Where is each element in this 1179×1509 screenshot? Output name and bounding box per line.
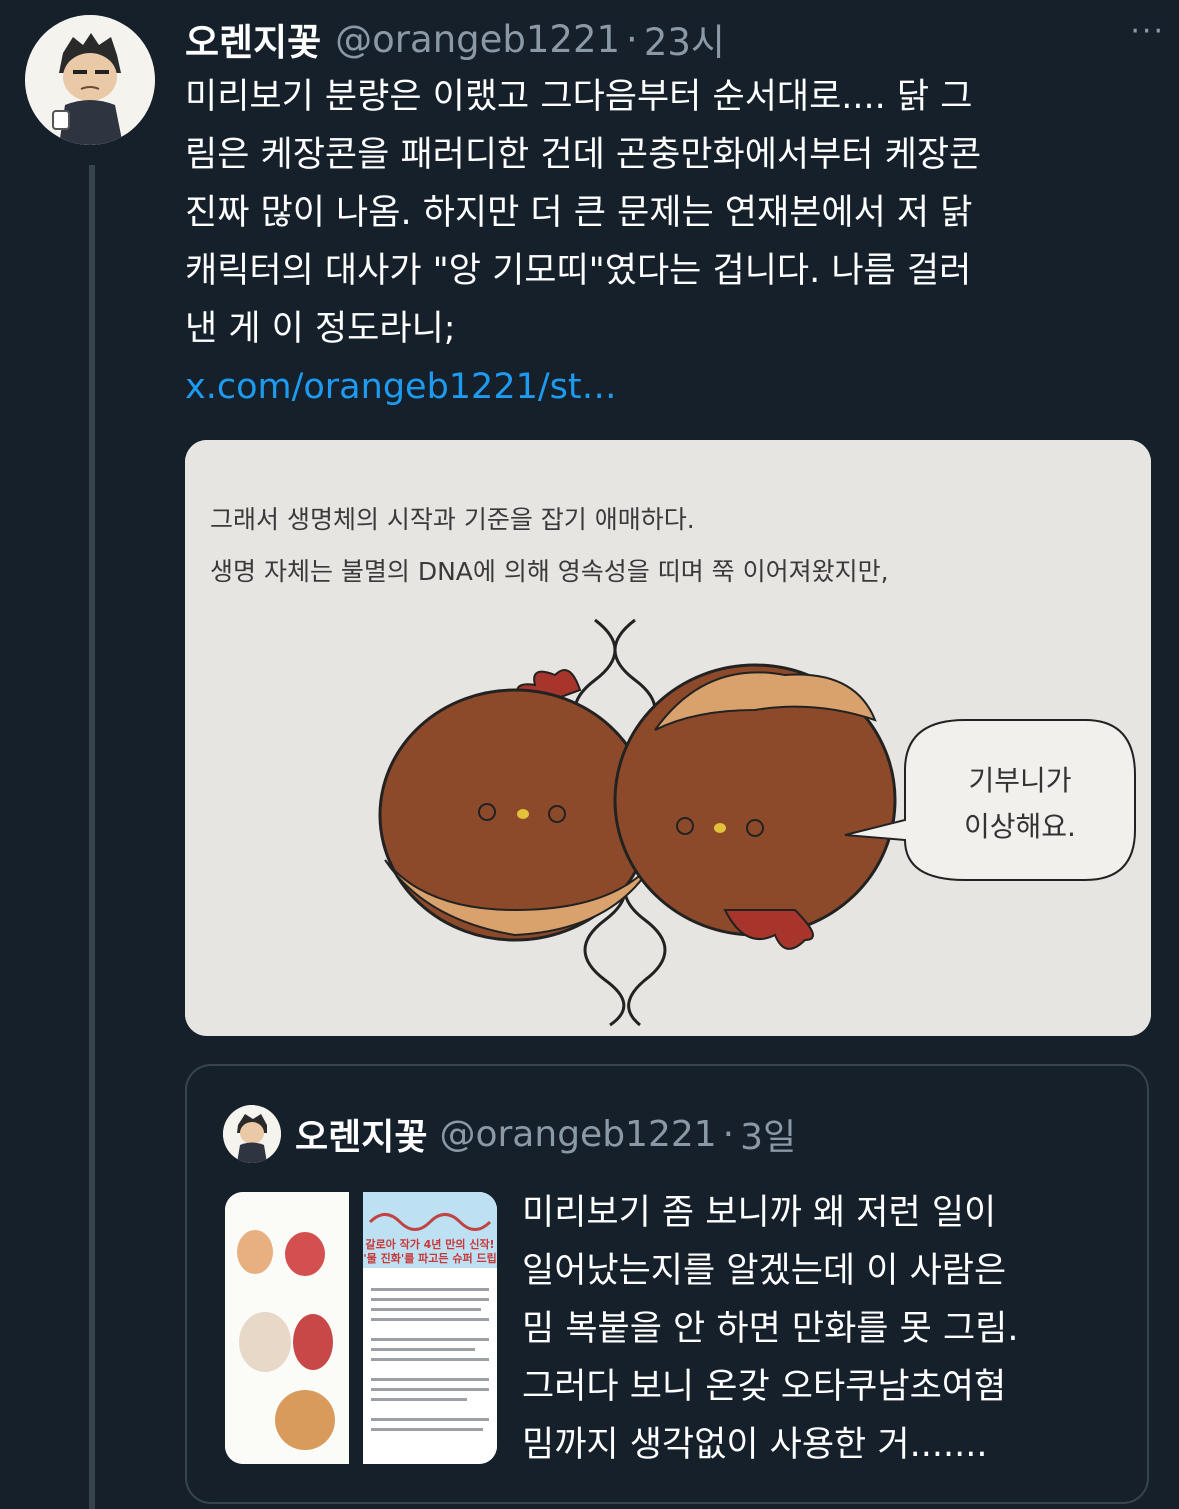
author-handle[interactable]: @orangeb1221	[335, 18, 620, 61]
quoted-tweet-header: 오렌지꽃 @orangeb1221 · 3일	[223, 1104, 796, 1164]
comic-caption-line-2: 생명 자체는 불멸의 DNA에 의해 영속성을 띠며 쭉 이어져왔지만,	[210, 557, 889, 586]
tweet-body-text: 미리보기 분량은 이랬고 그다음부터 순서대로.... 닭 그 림은 케장콘을 …	[185, 77, 982, 349]
thumbnail-headline-line-1: 갈로아 작가 4년 만의 신작!	[365, 1237, 494, 1251]
quoted-header-separator: ·	[722, 1113, 735, 1155]
header-separator: ·	[626, 17, 638, 61]
tweet-timestamp[interactable]: 23시	[644, 12, 725, 66]
quoted-author-display-name: 오렌지꽃	[295, 1117, 428, 1158]
quoted-author-avatar	[223, 1105, 281, 1163]
more-options-icon[interactable]: ···	[1130, 14, 1165, 49]
author-avatar[interactable]	[25, 15, 155, 145]
tweet-media-image[interactable]: 그래서 생명체의 시작과 기준을 잡기 애매하다. 생명 자체는 불멸의 DNA…	[185, 440, 1151, 1036]
quoted-tweet-timestamp: 3일	[740, 1117, 797, 1158]
thumbnail-headline-line-2: '물 진화'를 파고든 슈퍼 드립	[363, 1251, 496, 1265]
quoted-thumbnail-image: 갈로아 작가 4년 만의 신작! '물 진화'를 파고든 슈퍼 드립	[225, 1192, 497, 1464]
author-display-name[interactable]: 오렌지꽃	[185, 12, 321, 66]
quoted-tweet-thumbnail[interactable]: 갈로아 작가 4년 만의 신작! '물 진화'를 파고든 슈퍼 드립	[225, 1192, 497, 1464]
thread-connector-line	[89, 165, 95, 1509]
bubble-text-line-2: 이상해요.	[964, 810, 1076, 843]
tweet-header: 오렌지꽃 @orangeb1221 · 23시	[185, 12, 1159, 66]
quoted-author-handle: @orangeb1221	[439, 1113, 717, 1155]
bubble-text-line-1: 기부니가	[968, 764, 1071, 797]
comic-illustration: 그래서 생명체의 시작과 기준을 잡기 애매하다. 생명 자체는 불멸의 DNA…	[185, 440, 1151, 1036]
comic-caption-line-1: 그래서 생명체의 시작과 기준을 잡기 애매하다.	[210, 505, 695, 534]
tweet-link[interactable]: x.com/orangeb1221/st…	[185, 358, 617, 416]
quoted-tweet-body-text: 미리보기 좀 보니까 왜 저런 일이 일어났는지를 알겠는데 이 사람은 밈 복…	[522, 1193, 1019, 1465]
quoted-tweet-card[interactable]: 오렌지꽃 @orangeb1221 · 3일 갈로아 작가 4년 만의 신작! …	[185, 1064, 1149, 1504]
